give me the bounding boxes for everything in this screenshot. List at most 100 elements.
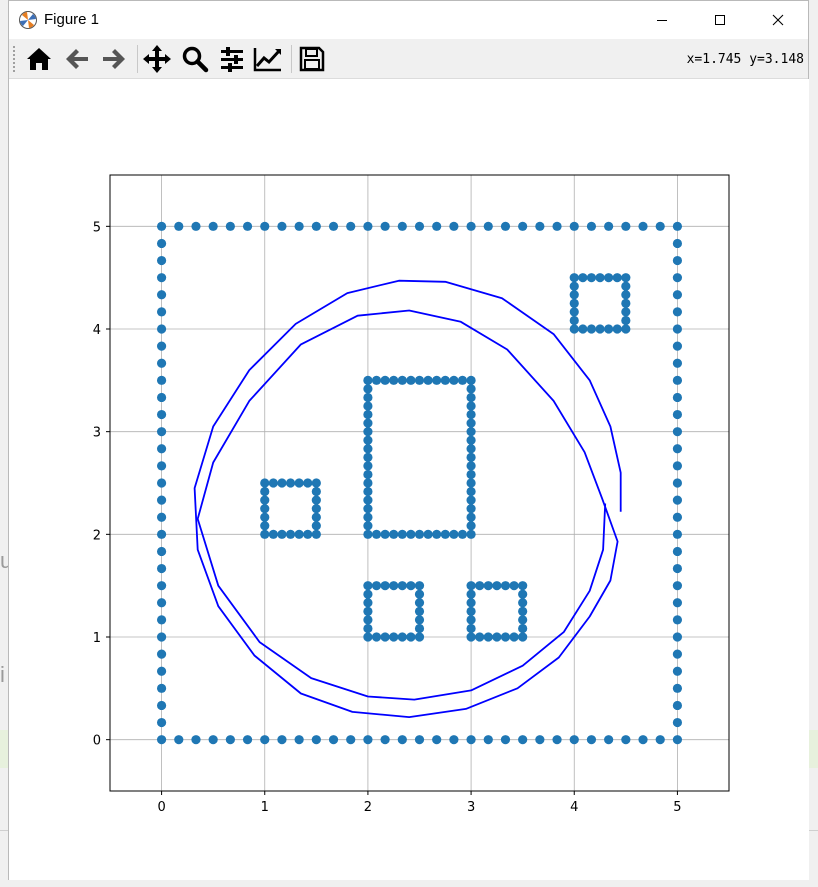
scatter-point <box>389 632 399 642</box>
save-button[interactable] <box>296 43 328 75</box>
scatter-point <box>621 307 631 317</box>
scatter-point <box>449 529 459 539</box>
scatter-point <box>466 392 476 403</box>
scatter-point <box>604 221 614 231</box>
arrow-right-icon <box>103 49 125 69</box>
scatter-point <box>432 529 442 539</box>
scatter-point <box>466 504 476 514</box>
scatter-point <box>311 512 321 522</box>
scatter-point <box>380 375 390 385</box>
scatter-point <box>414 615 425 625</box>
scatter-point <box>509 581 519 591</box>
scatter-point <box>311 495 321 505</box>
scatter-point <box>569 273 579 283</box>
scatter-point <box>156 461 167 471</box>
close-button[interactable] <box>749 1 807 39</box>
scatter-point <box>156 375 167 385</box>
toolbar-grip[interactable] <box>12 45 16 73</box>
figure-canvas[interactable]: 0 1 2 3 4 5 0 1 2 3 4 5 <box>9 79 809 880</box>
subplots-button[interactable] <box>216 43 248 75</box>
scatter-point <box>363 375 373 385</box>
scatter-point <box>397 221 407 231</box>
scatter-point <box>406 529 416 539</box>
scatter-point <box>466 632 476 642</box>
scatter-point <box>260 521 270 531</box>
title-bar[interactable]: Figure 1 <box>9 1 808 39</box>
scatter-point <box>414 598 425 608</box>
scatter-point <box>328 735 339 745</box>
scatter-point <box>156 512 167 522</box>
back-button[interactable] <box>61 43 93 75</box>
zoom-button[interactable] <box>179 43 211 75</box>
forward-button[interactable] <box>98 43 130 75</box>
scatter-point <box>414 623 425 634</box>
scatter-point <box>672 221 683 231</box>
scatter-point <box>156 615 167 625</box>
scatter-point <box>371 529 382 539</box>
scatter-point <box>363 521 373 531</box>
edit-axis-button[interactable] <box>252 43 284 75</box>
scatter-point <box>380 529 390 539</box>
scatter-point <box>500 735 511 745</box>
scatter-point <box>518 598 528 608</box>
scatter-point <box>156 290 167 300</box>
scatter-point <box>380 632 390 642</box>
scatter-point <box>191 735 201 745</box>
scatter-point <box>483 221 493 231</box>
scatter-point <box>156 529 167 539</box>
scatter-point <box>156 324 167 334</box>
scatter-point <box>174 735 184 745</box>
scatter-point <box>518 632 528 642</box>
plot-area[interactable]: 0 1 2 3 4 5 0 1 2 3 4 5 <box>9 79 809 880</box>
scatter-point <box>406 632 416 642</box>
scatter-point <box>466 623 476 634</box>
scatter-point <box>595 273 605 283</box>
maximize-button[interactable] <box>691 1 749 39</box>
scatter-point <box>466 478 476 488</box>
scatter-point <box>156 735 167 745</box>
scatter-point <box>397 529 407 539</box>
scatter-point <box>156 700 167 711</box>
scatter-point <box>578 324 588 334</box>
scatter-point <box>672 683 683 693</box>
scatter-point <box>406 375 416 385</box>
scatter-point <box>672 478 683 488</box>
scatter-point <box>466 735 476 745</box>
home-icon <box>27 48 51 70</box>
scatter-point <box>655 735 665 745</box>
scatter-point <box>612 324 622 334</box>
y-tick-label: 1 <box>93 631 101 646</box>
scatter-point <box>621 324 631 334</box>
scatter-point <box>672 649 683 659</box>
scatter-point <box>466 512 476 522</box>
scatter-point <box>371 632 382 642</box>
scatter-point <box>672 735 683 745</box>
scatter-point <box>672 512 683 522</box>
scatter-point <box>423 375 433 385</box>
pan-button[interactable] <box>141 43 173 75</box>
scatter-point <box>363 495 373 505</box>
home-button[interactable] <box>23 43 55 75</box>
scatter-point <box>552 221 562 231</box>
minimize-button[interactable] <box>633 1 691 39</box>
scatter-point <box>371 581 382 591</box>
scatter-point <box>414 375 425 385</box>
scatter-point <box>156 238 167 249</box>
trajectory-line <box>193 279 622 718</box>
scatter-point <box>397 375 407 385</box>
scatter-point <box>174 221 184 231</box>
scatter-point <box>466 375 476 385</box>
x-tick-label: 2 <box>364 800 372 815</box>
scatter-point <box>363 478 373 488</box>
scatter-point <box>380 581 390 591</box>
figure-window: Figure 1 x=1.745 y=3.148 0 1 2 3 4 5 0 1… <box>8 0 809 880</box>
scatter-point <box>156 409 167 420</box>
scatter-point <box>569 290 579 300</box>
scatter-point <box>483 581 493 591</box>
scatter-point <box>569 315 579 326</box>
scatter-point <box>466 461 476 471</box>
toolbar-separator <box>137 45 138 73</box>
scatter-point <box>363 461 373 471</box>
scatter-point <box>346 735 356 745</box>
scatter-point <box>363 504 373 514</box>
